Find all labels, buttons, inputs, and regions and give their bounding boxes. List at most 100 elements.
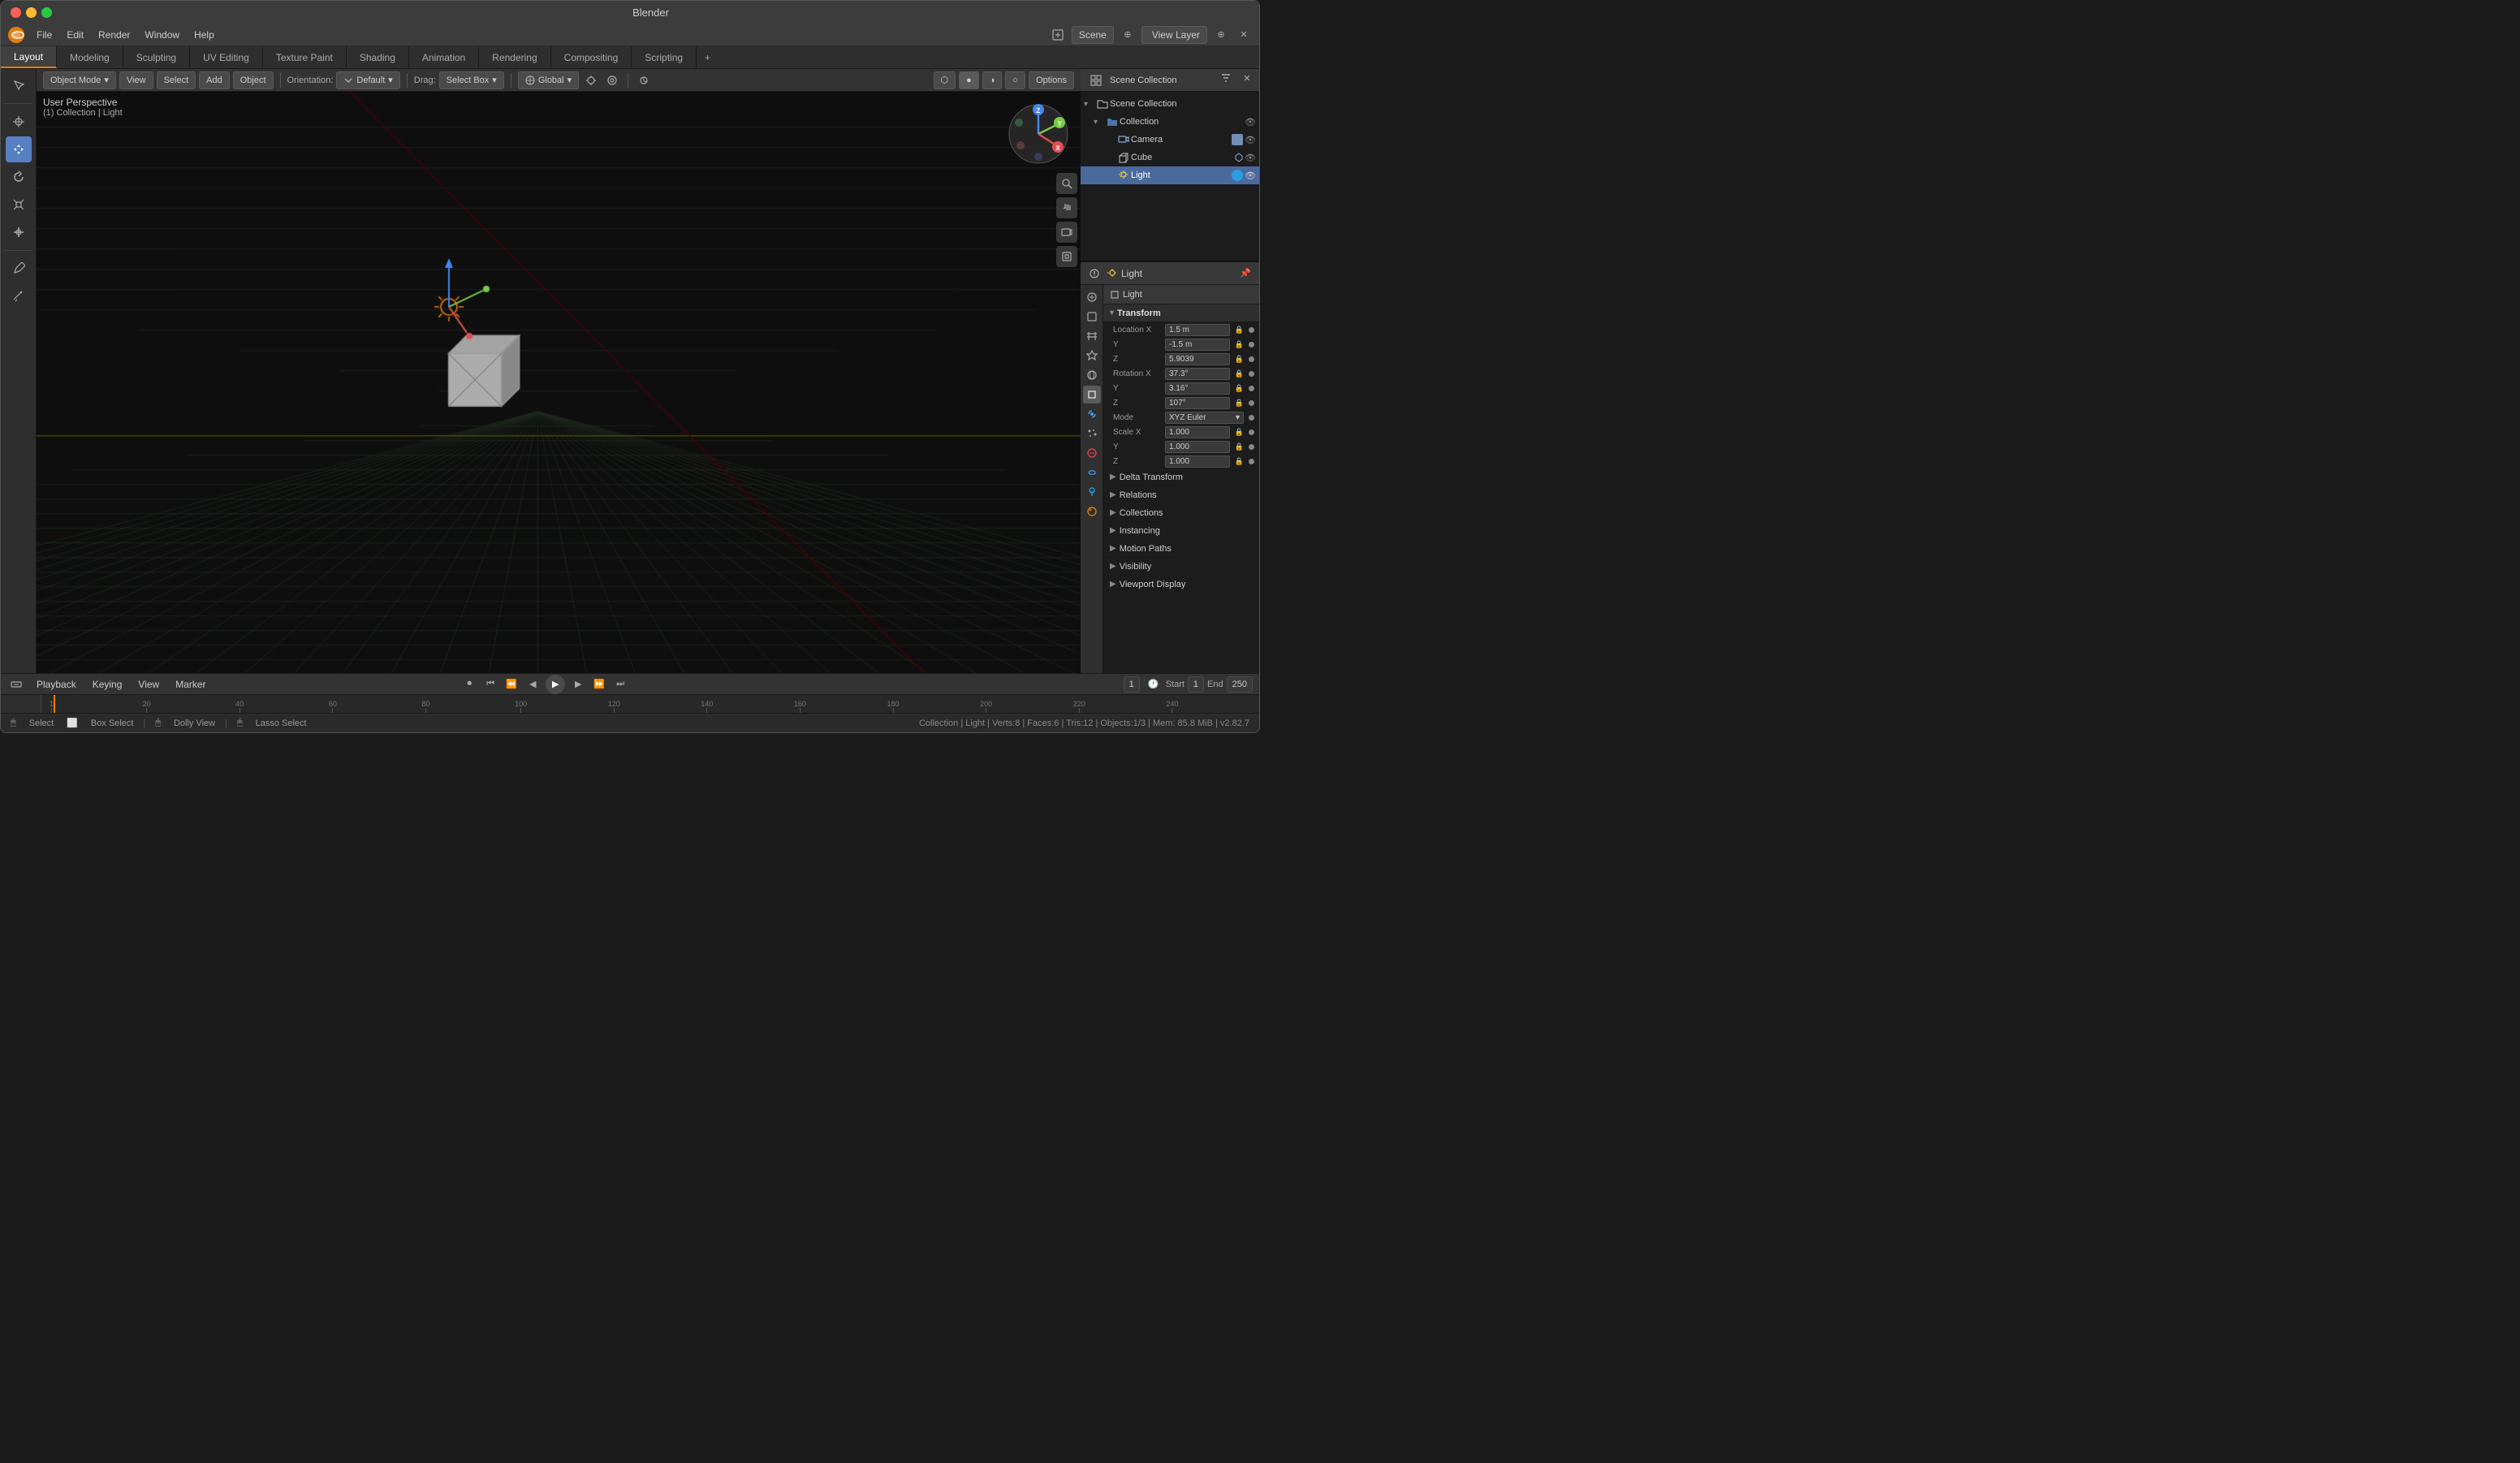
location-z-value[interactable]: 5.9039 — [1165, 353, 1230, 365]
next-keyframe-button[interactable]: ▶ — [570, 676, 586, 693]
menu-file[interactable]: File — [30, 28, 58, 42]
viewport-hand-button[interactable] — [1056, 197, 1077, 218]
tab-uv-editing[interactable]: UV Editing — [190, 46, 263, 68]
viewport-shading-wire[interactable]: ⬡ — [934, 71, 956, 89]
navigation-gizmo[interactable]: Z Y X — [1006, 101, 1071, 166]
viewport-shading-material[interactable]: ◑ — [982, 71, 1003, 89]
play-button[interactable]: ▶ — [546, 675, 565, 694]
scale-y-dot[interactable] — [1249, 444, 1254, 450]
tree-item-camera[interactable]: Camera 👁 — [1081, 131, 1259, 149]
viewport-shading-solid[interactable]: ● — [959, 71, 979, 89]
location-z-lock[interactable]: 🔒 — [1235, 355, 1244, 364]
viewport-render-button[interactable] — [1056, 246, 1077, 267]
collection-visibility[interactable]: 👁 — [1245, 117, 1256, 127]
delta-transform-section[interactable]: ▶ Delta Transform — [1103, 468, 1259, 486]
tool-select-box[interactable] — [6, 72, 32, 98]
rotation-z-dot[interactable] — [1249, 400, 1254, 406]
prop-tab-scene[interactable] — [1083, 347, 1101, 365]
scale-x-dot[interactable] — [1249, 429, 1254, 435]
timeline-ruler[interactable]: 120406080100120140160180200220240 — [1, 695, 1259, 713]
outliner-filter-button[interactable] — [1217, 69, 1235, 87]
scale-z-dot[interactable] — [1249, 459, 1254, 464]
rotation-mode-value[interactable]: XYZ Euler ▾ — [1165, 412, 1244, 424]
rotation-x-dot[interactable] — [1249, 371, 1254, 377]
viewport-shading-render[interactable]: ○ — [1005, 71, 1025, 89]
tool-annotate[interactable] — [6, 256, 32, 282]
menu-window[interactable]: Window — [138, 28, 186, 42]
options-button[interactable]: Options — [1029, 71, 1074, 89]
prev-frame-button[interactable]: ⏪ — [503, 676, 520, 693]
end-frame-field[interactable]: 250 — [1227, 676, 1253, 693]
global-selector[interactable]: Global ▾ — [518, 71, 579, 89]
scene-selector[interactable]: Scene — [1072, 26, 1114, 44]
motion-paths-section[interactable]: ▶ Motion Paths — [1103, 540, 1259, 558]
proportional-edit-button[interactable] — [603, 71, 621, 89]
rotation-y-dot[interactable] — [1249, 386, 1254, 391]
tab-modeling[interactable]: Modeling — [57, 46, 123, 68]
select-menu[interactable]: Select — [157, 71, 196, 89]
relations-section[interactable]: ▶ Relations — [1103, 486, 1259, 504]
timeline-keying-menu[interactable]: Keying — [88, 677, 127, 692]
tab-rendering[interactable]: Rendering — [479, 46, 550, 68]
tab-layout[interactable]: Layout — [1, 46, 57, 68]
close-panel-button[interactable]: ✕ — [1235, 26, 1253, 44]
record-button[interactable]: ⏺ — [461, 676, 477, 693]
close-button[interactable] — [11, 7, 21, 18]
scale-y-value[interactable]: 1.000 — [1165, 441, 1230, 453]
current-frame-field[interactable]: 1 — [1124, 676, 1140, 693]
viewport-display-section[interactable]: ▶ Viewport Display — [1103, 576, 1259, 593]
scale-x-value[interactable]: 1.000 — [1165, 426, 1230, 438]
tab-scripting[interactable]: Scripting — [632, 46, 697, 68]
object-mode-selector[interactable]: Object Mode ▾ — [43, 71, 116, 89]
rotation-z-lock[interactable]: 🔒 — [1235, 399, 1244, 408]
properties-editor-type[interactable] — [1085, 265, 1103, 283]
rotation-y-value[interactable]: 3.16° — [1165, 382, 1230, 395]
location-x-dot[interactable] — [1249, 327, 1254, 333]
next-frame-button[interactable]: ⏩ — [591, 676, 607, 693]
instancing-section[interactable]: ▶ Instancing — [1103, 522, 1259, 540]
jump-end-button[interactable]: ⏭ — [612, 676, 628, 693]
visibility-section[interactable]: ▶ Visibility — [1103, 558, 1259, 576]
tree-item-light[interactable]: Light 👁 — [1081, 166, 1259, 184]
prop-tab-modifier[interactable] — [1083, 405, 1101, 423]
outliner-editor-type[interactable] — [1087, 71, 1105, 89]
tool-scale[interactable] — [6, 192, 32, 218]
prop-tab-constraints[interactable] — [1083, 464, 1101, 481]
location-y-value[interactable]: -1.5 m — [1165, 339, 1230, 351]
collections-section[interactable]: ▶ Collections — [1103, 504, 1259, 522]
menu-help[interactable]: Help — [188, 28, 221, 42]
scene-options-button[interactable]: ⊕ — [1119, 26, 1137, 44]
prop-tab-data[interactable] — [1083, 483, 1101, 501]
scale-y-lock[interactable]: 🔒 — [1235, 442, 1244, 451]
properties-pin[interactable]: 📌 — [1236, 265, 1254, 283]
location-z-dot[interactable] — [1249, 356, 1254, 362]
timeline-view-menu[interactable]: View — [133, 677, 164, 692]
location-x-value[interactable]: 1.5 m — [1165, 324, 1230, 336]
editor-type-button[interactable] — [1049, 26, 1067, 44]
tool-move[interactable] — [6, 136, 32, 162]
tab-sculpting[interactable]: Sculpting — [123, 46, 190, 68]
tree-item-cube[interactable]: Cube 👁 — [1081, 149, 1259, 166]
drag-selector[interactable]: Select Box ▾ — [439, 71, 504, 89]
prop-tab-object[interactable] — [1083, 386, 1101, 404]
tab-shading[interactable]: Shading — [347, 46, 409, 68]
prop-tab-view-layer[interactable] — [1083, 327, 1101, 345]
prop-tab-material[interactable] — [1083, 503, 1101, 520]
prev-keyframe-button[interactable]: ◀ — [524, 676, 541, 693]
timeline-editor-type[interactable] — [7, 675, 25, 693]
menu-edit[interactable]: Edit — [60, 28, 90, 42]
rotation-z-value[interactable]: 107° — [1165, 397, 1230, 409]
tool-measure[interactable] — [6, 283, 32, 309]
view-layer-selector[interactable]: View Layer — [1141, 26, 1207, 44]
light-visibility[interactable]: 👁 — [1245, 170, 1256, 181]
scale-z-lock[interactable]: 🔒 — [1235, 457, 1244, 466]
view-layer-options-button[interactable]: ⊕ — [1212, 26, 1230, 44]
transform-header[interactable]: ▾ Transform — [1103, 304, 1259, 322]
tree-item-scene-collection[interactable]: ▾ Scene Collection — [1081, 95, 1259, 113]
timeline-playback-menu[interactable]: Playback — [32, 677, 81, 692]
maximize-button[interactable] — [41, 7, 52, 18]
camera-visibility[interactable]: 👁 — [1245, 135, 1256, 145]
start-frame-field[interactable]: 1 — [1188, 676, 1204, 693]
prop-tab-physics[interactable] — [1083, 444, 1101, 462]
location-y-dot[interactable] — [1249, 342, 1254, 347]
